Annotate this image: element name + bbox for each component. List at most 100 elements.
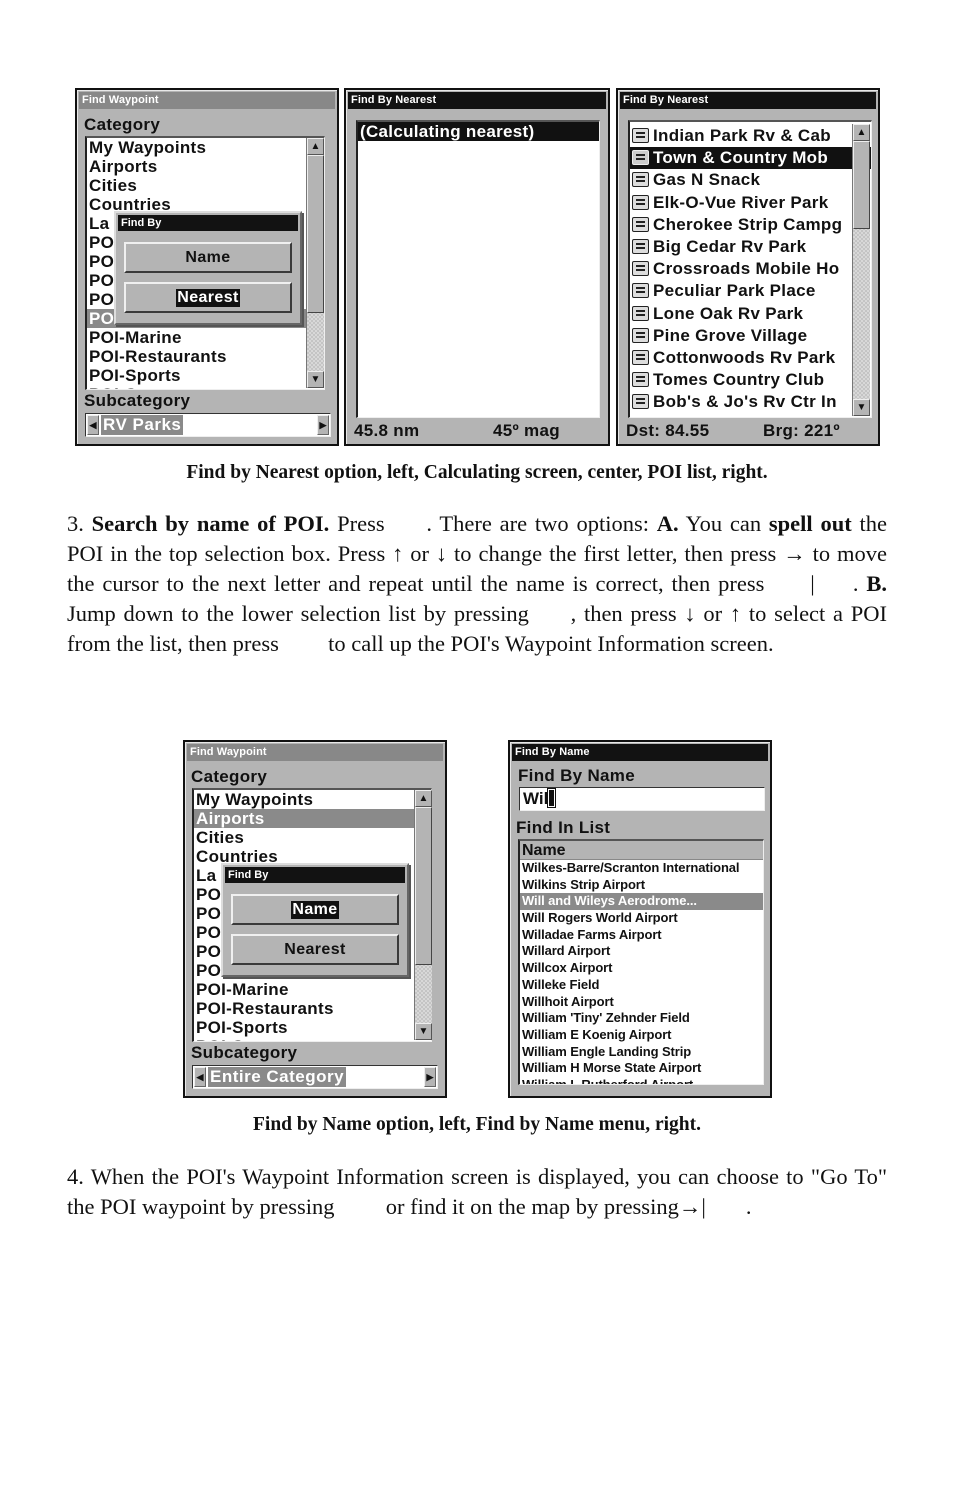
category-item[interactable]: POI-S: [87, 385, 324, 389]
poi-name: Peculiar Park Place: [653, 281, 816, 301]
scroll-down-button[interactable]: ▼: [415, 1023, 432, 1040]
name-list-item[interactable]: William Engle Landing Strip: [520, 1044, 763, 1061]
button-label: Nearest: [284, 940, 346, 958]
name-list-item[interactable]: Willeke Field: [520, 977, 763, 994]
category-scrollbar[interactable]: ▲ ▼: [414, 790, 432, 1040]
arrow-left-icon[interactable]: ◀: [194, 1067, 206, 1087]
find-waypoint-screen-nearest: Find Waypoint Category My Waypoints Airpo…: [75, 88, 339, 446]
find-by-nearest-calculating-screen: Find By Nearest (Calculating nearest) 45…: [344, 88, 610, 446]
subcategory-selector[interactable]: ◀ RV Parks ▶: [85, 413, 331, 437]
poi-list-item[interactable]: Crossroads Mobile Ho: [630, 258, 871, 280]
name-list-item[interactable]: Wilkes-Barre/Scranton International: [520, 860, 763, 877]
category-item[interactable]: POI-Marine: [194, 980, 431, 999]
name-list-item[interactable]: William E Koenig Airport: [520, 1027, 763, 1044]
category-item[interactable]: POI-S: [194, 1037, 431, 1041]
option-b-label: B.: [866, 571, 887, 596]
poi-list-item[interactable]: Peculiar Park Place: [630, 280, 871, 302]
scroll-down-button[interactable]: ▼: [853, 399, 870, 416]
poi-list-item[interactable]: Bob's & Jo's Rv Ctr In: [630, 391, 871, 413]
find-by-name-label: Find By Name: [518, 766, 635, 785]
find-by-name-screen: Find By Name Find By Name Wil Find In Li…: [508, 740, 772, 1098]
name-list-item[interactable]: Will and Wileys Aerodrome...: [520, 893, 763, 911]
find-by-nearest-button[interactable]: Nearest: [231, 934, 399, 965]
scroll-thumb[interactable]: [853, 141, 870, 229]
category-item[interactable]: POI-Sports: [87, 366, 324, 385]
scroll-up-button[interactable]: ▲: [415, 790, 432, 807]
find-by-name-button[interactable]: Name: [231, 894, 399, 925]
find-by-name-button[interactable]: Name: [124, 242, 292, 273]
subcategory-value: Entire Category: [208, 1067, 347, 1087]
find-in-list-label: Find In List: [516, 818, 611, 837]
scroll-thumb[interactable]: [307, 155, 324, 313]
figure1-caption: Find by Nearest option, left, Calculatin…: [186, 462, 768, 483]
scroll-thumb[interactable]: [415, 807, 432, 965]
arrow-right-icon[interactable]: ▶: [424, 1067, 436, 1087]
text-cursor: [547, 788, 557, 808]
category-item[interactable]: POI-Sports: [194, 1018, 431, 1037]
category-label: Category: [191, 767, 268, 786]
poi-list-item[interactable]: Pine Grove Village: [630, 325, 871, 347]
emphasis: spell out: [768, 511, 852, 536]
name-list-item[interactable]: William L Rutherford Airport: [520, 1077, 763, 1084]
scroll-up-button[interactable]: ▲: [853, 124, 870, 141]
results-list[interactable]: (Calculating nearest): [356, 120, 600, 418]
category-item[interactable]: Airports: [87, 157, 324, 176]
name-list-item[interactable]: Willhoit Airport: [520, 994, 763, 1011]
poi-list-item[interactable]: Big Cedar Rv Park: [630, 236, 871, 258]
poi-list-item[interactable]: Gas N Snack: [630, 169, 871, 191]
poi-name: Gas N Snack: [653, 170, 761, 190]
category-item[interactable]: POI-Marine: [87, 328, 324, 347]
scroll-down-button[interactable]: ▼: [307, 371, 324, 388]
category-item[interactable]: Cities: [87, 176, 324, 195]
name-list-item[interactable]: Wilkins Strip Airport: [520, 877, 763, 894]
name-list-item[interactable]: Willard Airport: [520, 943, 763, 960]
subcategory-selector[interactable]: ◀ Entire Category ▶: [192, 1065, 438, 1089]
name-results-list[interactable]: Name Wilkes-Barre/Scranton International…: [518, 839, 764, 1085]
poi-name: Indian Park Rv & Cab: [653, 126, 831, 145]
step-number: 3.: [67, 511, 84, 536]
poi-list-item[interactable]: Indian Park Rv & Cab: [630, 125, 871, 147]
poi-campground-icon: [632, 372, 649, 388]
category-scrollbar[interactable]: ▲ ▼: [306, 138, 324, 388]
arrow-right-icon[interactable]: ▶: [317, 415, 329, 435]
poi-list-item[interactable]: Elk-O-Vue River Park: [630, 192, 871, 214]
poi-campground-icon: [632, 150, 649, 166]
poi-name: Big Cedar Rv Park: [653, 236, 807, 256]
button-label: Nearest: [176, 288, 240, 307]
poi-campground-icon: [632, 305, 649, 321]
poi-list-item[interactable]: Town & Country Mob: [630, 147, 871, 170]
poi-list[interactable]: Indian Park Rv & Cab Town & Country Mob Ga…: [628, 120, 872, 418]
text: .: [745, 1194, 752, 1219]
name-list-item[interactable]: Willadae Farms Airport: [520, 927, 763, 944]
poi-campground-icon: [632, 327, 649, 343]
find-by-popup: Find By Name Nearest: [221, 863, 409, 977]
option-a-label: A.: [656, 511, 679, 536]
column-header-name[interactable]: Name: [520, 841, 763, 860]
name-list-item[interactable]: William 'Tiny' Zehnder Field: [520, 1010, 763, 1027]
bearing-readout: Brg: 221º: [763, 421, 840, 440]
name-list-item[interactable]: William H Morse State Airport: [520, 1060, 763, 1077]
poi-name: Cottonwoods Rv Park: [653, 347, 836, 367]
name-list-item[interactable]: Willcox Airport: [520, 960, 763, 977]
arrow-left-icon[interactable]: ◀: [87, 415, 99, 435]
find-by-nearest-button[interactable]: Nearest: [124, 282, 292, 313]
category-item[interactable]: Airports: [194, 809, 431, 828]
category-item[interactable]: POI-Restaurants: [194, 999, 431, 1018]
scroll-up-button[interactable]: ▲: [307, 138, 324, 155]
category-item[interactable]: Cities: [194, 828, 431, 847]
popup-title: Find By: [118, 215, 298, 231]
poi-scrollbar[interactable]: ▲ ▼: [852, 124, 870, 416]
poi-list-item[interactable]: Lone Oak Rv Park: [630, 303, 871, 325]
text: Press: [329, 511, 393, 536]
poi-list-item[interactable]: Cottonwoods Rv Park: [630, 347, 871, 369]
name-input[interactable]: Wil: [519, 787, 765, 811]
find-waypoint-screen-name: Find Waypoint Category My Waypoints Airpo…: [183, 740, 447, 1098]
poi-list-item[interactable]: Cherokee Strip Campg: [630, 214, 871, 236]
category-item[interactable]: My Waypoints: [87, 138, 324, 157]
category-item[interactable]: My Waypoints: [194, 790, 431, 809]
name-list-item[interactable]: Will Rogers World Airport: [520, 910, 763, 927]
poi-name: Elk-O-Vue River Park: [653, 192, 829, 212]
category-item[interactable]: POI-Restaurants: [87, 347, 324, 366]
poi-list-item[interactable]: Tomes Country Club: [630, 369, 871, 391]
subcategory-value: RV Parks: [101, 415, 184, 435]
